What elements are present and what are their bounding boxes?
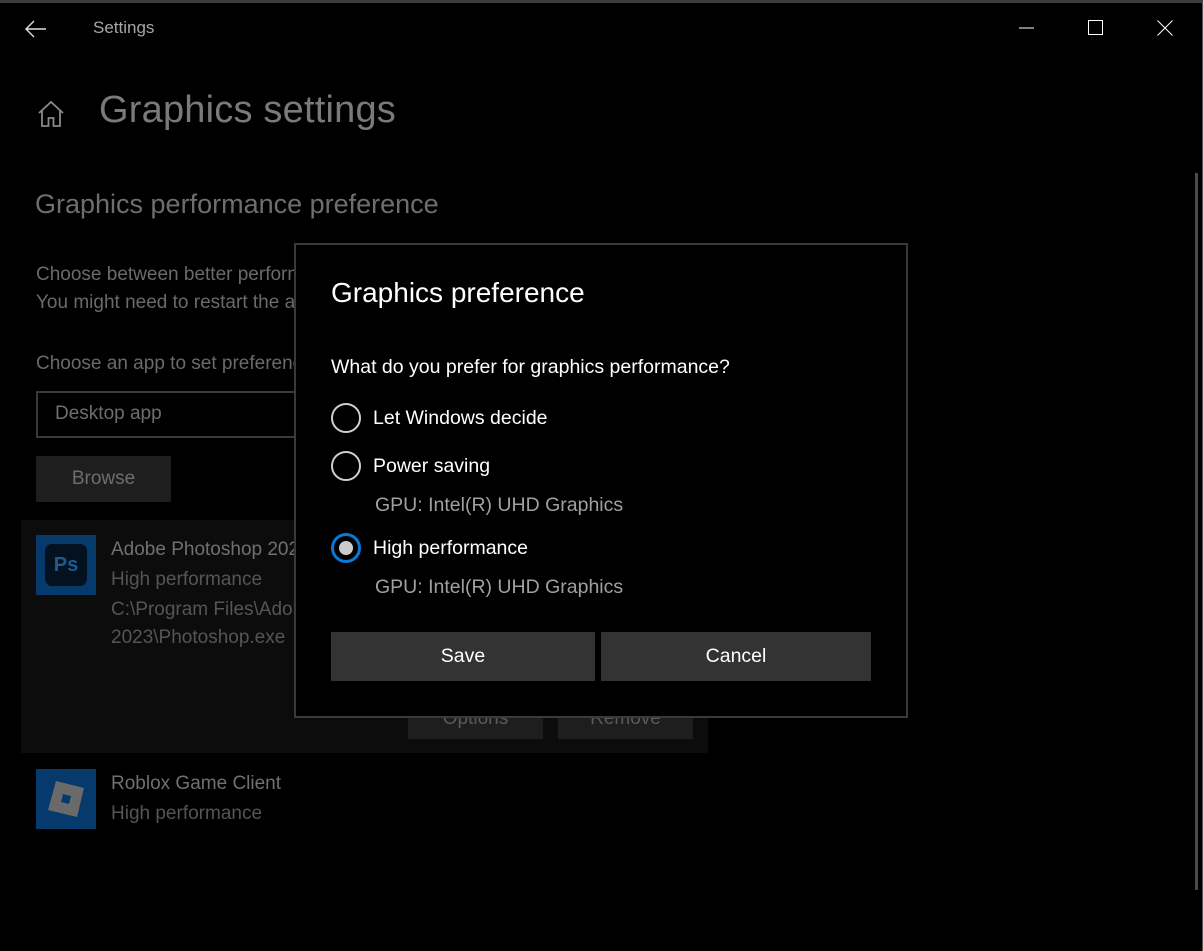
roblox-icon [36,769,96,829]
radio-power-saving[interactable]: Power saving [331,450,490,482]
section-title: Graphics performance preference [35,189,439,219]
graphics-preference-dialog: Graphics preference What do you prefer f… [294,243,908,718]
cancel-button[interactable]: Cancel [601,632,871,681]
home-icon[interactable] [36,99,66,129]
radio-label: High performance [373,536,528,559]
app-preference: High performance [111,803,263,824]
maximize-icon [1088,20,1103,35]
title-bar: Settings [0,3,1202,55]
description-line-2: You might need to restart the app for yo… [36,292,296,313]
radio-label: Let Windows decide [373,406,548,429]
app-list-item[interactable]: Roblox Game Client High performance [21,763,708,843]
section-description: Choose between better performance or bat… [36,261,296,317]
photoshop-icon: Ps [36,535,96,595]
minimize-icon [1019,27,1034,29]
radio-circle[interactable] [331,403,361,433]
high-performance-gpu: GPU: Intel(R) UHD Graphics [375,576,624,598]
app-name: Adobe Photoshop 2023 [111,539,310,560]
scrollbar[interactable] [1195,173,1198,890]
power-saving-gpu: GPU: Intel(R) UHD Graphics [375,494,624,516]
radio-label: Power saving [373,454,491,477]
app-title: Settings [93,18,155,37]
dialog-question: What do you prefer for graphics performa… [331,356,730,378]
close-icon [1157,20,1173,36]
radio-circle[interactable] [331,451,361,481]
save-button[interactable]: Save [331,632,595,681]
app-type-dropdown[interactable]: Desktop app [36,391,306,438]
dialog-title: Graphics preference [331,277,585,308]
arrow-left-icon [25,20,46,38]
settings-window: Settings Graphics settings Graphics perf… [0,0,1203,951]
back-button[interactable] [16,11,56,47]
close-button[interactable] [1142,6,1188,50]
browse-button[interactable]: Browse [36,456,171,502]
app-path-line-2: 2023\Photoshop.exe [111,627,286,648]
radio-let-windows-decide[interactable]: Let Windows decide [331,402,548,434]
page-title: Graphics settings [99,89,396,131]
app-name: Roblox Game Client [111,773,282,794]
app-preference: High performance [111,569,263,590]
radio-circle-selected[interactable] [331,533,361,563]
maximize-button[interactable] [1073,6,1119,50]
description-line-1: Choose between better performance or bat… [36,264,296,285]
minimize-button[interactable] [1004,6,1050,50]
radio-high-performance[interactable]: High performance [331,532,528,564]
choose-app-label: Choose an app to set preference [36,353,294,374]
